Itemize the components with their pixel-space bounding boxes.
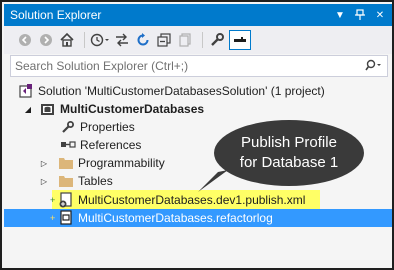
tree-item-label: References bbox=[80, 138, 142, 152]
tree-item-label: Programmability bbox=[78, 156, 165, 170]
preview-icon[interactable] bbox=[229, 30, 251, 50]
back-icon[interactable] bbox=[16, 30, 34, 50]
collapse-all-icon[interactable] bbox=[155, 30, 173, 50]
close-icon[interactable]: ✕ bbox=[372, 7, 388, 23]
refresh-icon[interactable] bbox=[134, 30, 152, 50]
tree-row-publish-xml[interactable]: + MultiCustomerDatabases.dev1.publish.xm… bbox=[4, 191, 392, 209]
collapsed-arrow-icon[interactable]: ▷ bbox=[38, 159, 50, 168]
project-label: MultiCustomerDatabases bbox=[60, 102, 205, 116]
solution-label: Solution 'MultiCustomerDatabasesSolution… bbox=[38, 84, 325, 98]
properties-icon[interactable] bbox=[208, 30, 226, 50]
solution-explorer-window: Solution Explorer ▼ ✕ Search Solution Ex… bbox=[0, 0, 394, 270]
folder-icon bbox=[58, 173, 74, 189]
pin-icon[interactable] bbox=[352, 7, 368, 23]
toolbar bbox=[4, 26, 392, 54]
dropdown-icon[interactable]: ▼ bbox=[332, 7, 348, 23]
search-box[interactable] bbox=[10, 55, 388, 77]
callout-line-2: for Database 1 bbox=[239, 154, 339, 171]
toolbar-separator bbox=[84, 32, 85, 48]
folder-icon bbox=[58, 155, 74, 171]
added-plus-icon: + bbox=[50, 213, 56, 223]
publish-profile-icon bbox=[58, 192, 74, 208]
wrench-icon bbox=[60, 119, 76, 135]
database-project-icon bbox=[40, 101, 56, 117]
callout-pointer bbox=[198, 170, 228, 192]
callout-bubble: Publish Profile for Database 1 bbox=[214, 120, 364, 186]
tree-row-project[interactable]: ◢ MultiCustomerDatabases bbox=[4, 100, 392, 118]
tree-item-label: Tables bbox=[78, 174, 113, 188]
tree-item-label: MultiCustomerDatabases.refactorlog bbox=[78, 211, 273, 225]
title-bar: Solution Explorer ▼ ✕ bbox=[4, 4, 392, 26]
show-all-files-icon[interactable] bbox=[176, 30, 194, 50]
added-plus-icon: + bbox=[50, 195, 56, 205]
home-icon[interactable] bbox=[58, 30, 76, 50]
expanded-arrow-icon[interactable]: ◢ bbox=[22, 105, 34, 114]
tree-item-label: MultiCustomerDatabases.dev1.publish.xml bbox=[78, 193, 306, 207]
history-icon[interactable] bbox=[90, 30, 110, 50]
collapsed-arrow-icon[interactable]: ▷ bbox=[38, 177, 50, 186]
tree-item-label: Properties bbox=[80, 120, 135, 134]
sync-icon[interactable] bbox=[113, 30, 131, 50]
tree-row-refactorlog[interactable]: + MultiCustomerDatabases.refactorlog bbox=[4, 209, 392, 227]
forward-icon[interactable] bbox=[37, 30, 55, 50]
search-options-icon[interactable] bbox=[361, 56, 387, 76]
tree-row-solution[interactable]: Solution 'MultiCustomerDatabasesSolution… bbox=[4, 82, 392, 100]
window-title: Solution Explorer bbox=[10, 8, 102, 22]
callout-line-1: Publish Profile bbox=[241, 134, 337, 151]
search-input[interactable] bbox=[11, 56, 361, 76]
solution-icon bbox=[18, 83, 34, 99]
references-icon bbox=[60, 137, 76, 153]
toolbar-separator bbox=[202, 32, 203, 48]
refactorlog-icon bbox=[58, 210, 74, 226]
